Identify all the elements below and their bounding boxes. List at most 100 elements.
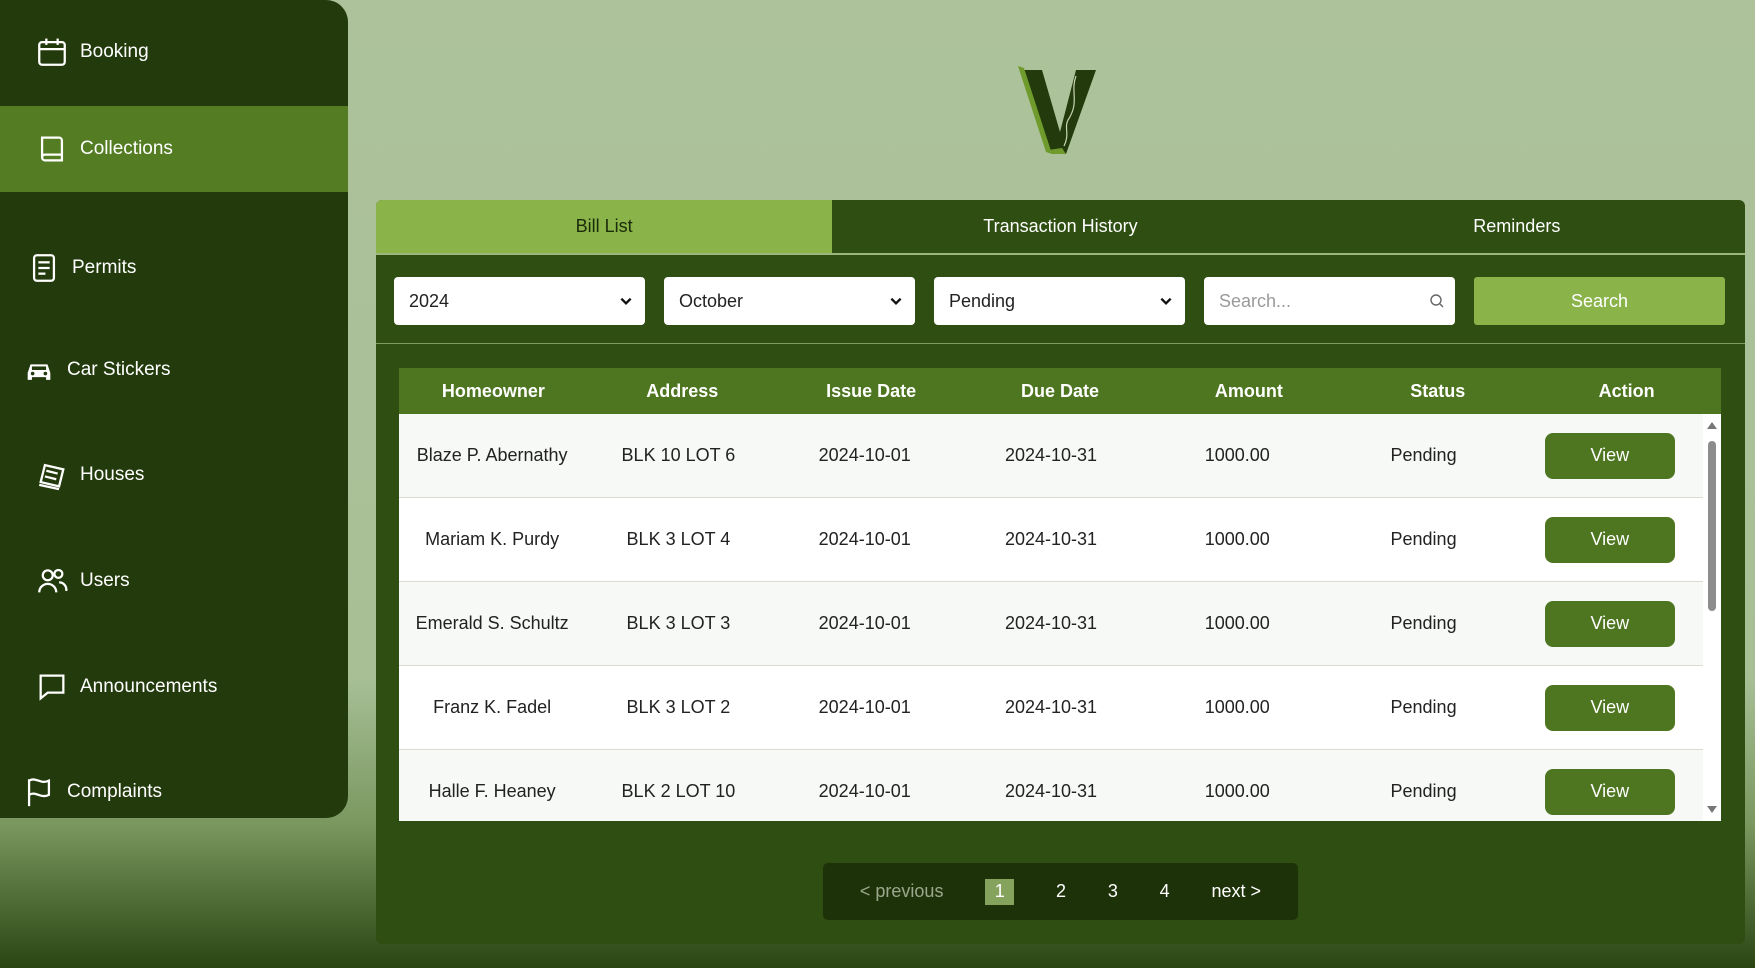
page-link-3[interactable]: 3 <box>1108 881 1118 902</box>
sidebar-item-label: Collections <box>80 138 173 159</box>
collections-panel: Bill List Transaction History Reminders … <box>376 200 1745 944</box>
cell-status: Pending <box>1390 529 1457 549</box>
chevron-down-icon <box>620 297 632 305</box>
calendar-icon <box>34 34 70 70</box>
sidebar-item-car-stickers[interactable]: Car Stickers <box>0 330 348 410</box>
document-icon <box>26 250 62 286</box>
tab-reminders[interactable]: Reminders <box>1289 200 1745 253</box>
header-issue-date: Issue Date <box>826 380 917 401</box>
cell-due-date: 2024-10-31 <box>1004 781 1098 801</box>
status-select[interactable]: Pending <box>934 277 1185 325</box>
cell-amount: 1000.00 <box>1204 781 1270 801</box>
previous-page-link[interactable]: < previous <box>860 881 944 902</box>
sidebar-item-announcements[interactable]: Announcements <box>0 647 348 727</box>
users-icon <box>34 563 70 599</box>
divider <box>376 343 1745 344</box>
view-button[interactable]: View <box>1544 684 1675 731</box>
sidebar-item-label: Announcements <box>80 676 218 697</box>
filter-bar: 2024 October Pending Search... Search <box>394 277 1727 325</box>
cell-status: Pending <box>1390 613 1457 633</box>
header-due-date: Due Date <box>1020 380 1100 401</box>
table-row: Franz K. Fadel BLK 3 LOT 2 2024-10-01 20… <box>399 666 1703 750</box>
sidebar-item-label: Users <box>80 570 130 591</box>
table-row: Halle F. Heaney BLK 2 LOT 10 2024-10-01 … <box>399 750 1703 821</box>
search-button[interactable]: Search <box>1474 277 1725 325</box>
sidebar-item-label: Complaints <box>67 781 163 802</box>
page-link-4[interactable]: 4 <box>1160 881 1170 902</box>
cell-status: Pending <box>1390 697 1457 717</box>
table-row: Emerald S. Schultz BLK 3 LOT 3 2024-10-0… <box>399 582 1703 666</box>
cell-issue-date: 2024-10-01 <box>818 781 911 801</box>
header-amount: Amount <box>1214 380 1283 401</box>
cell-due-date: 2024-10-31 <box>1004 613 1098 633</box>
cell-due-date: 2024-10-31 <box>1004 697 1098 717</box>
view-button[interactable]: View <box>1544 516 1675 563</box>
header-address: Address <box>646 380 719 401</box>
page-link-2[interactable]: 2 <box>1056 881 1066 902</box>
cell-due-date: 2024-10-31 <box>1004 529 1098 549</box>
cell-address: BLK 3 LOT 3 <box>626 613 731 633</box>
cell-homeowner: Mariam K. Purdy <box>425 529 560 549</box>
table-scrollbar[interactable] <box>1703 414 1721 821</box>
chevron-down-icon <box>1160 297 1172 305</box>
cell-due-date: 2024-10-31 <box>1004 445 1098 465</box>
table-body: Blaze P. Abernathy BLK 10 LOT 6 2024-10-… <box>399 414 1721 821</box>
search-icon <box>1430 294 1444 308</box>
sidebar-item-complaints[interactable]: Complaints <box>0 752 348 818</box>
cell-address: BLK 3 LOT 4 <box>626 529 731 549</box>
header-status: Status <box>1410 380 1466 401</box>
month-select-value: October <box>679 290 744 311</box>
view-button[interactable]: View <box>1544 768 1675 815</box>
scroll-thumb[interactable] <box>1708 441 1716 611</box>
tab-bill-list[interactable]: Bill List <box>376 200 833 253</box>
next-page-link[interactable]: next > <box>1211 881 1261 902</box>
cell-address: BLK 10 LOT 6 <box>621 445 736 465</box>
scroll-down-arrow-icon[interactable] <box>1707 806 1717 813</box>
sidebar-item-houses[interactable]: Houses <box>0 435 348 515</box>
search-input[interactable]: Search... <box>1204 277 1455 325</box>
sidebar-item-label: Car Stickers <box>67 359 171 380</box>
flag-icon <box>21 774 57 810</box>
cell-issue-date: 2024-10-01 <box>818 445 911 465</box>
cell-homeowner: Blaze P. Abernathy <box>416 445 568 465</box>
chevron-down-icon <box>890 297 902 305</box>
cell-status: Pending <box>1390 445 1457 465</box>
cell-issue-date: 2024-10-01 <box>818 613 911 633</box>
sidebar: Booking Collections Permits Car Stickers <box>0 0 348 818</box>
sidebar-item-collections[interactable]: Collections <box>0 106 348 192</box>
year-select-value: 2024 <box>409 290 450 311</box>
view-button[interactable]: View <box>1544 432 1675 479</box>
header-homeowner: Homeowner <box>441 380 545 401</box>
cell-address: BLK 2 LOT 10 <box>621 781 736 801</box>
bill-table: Homeowner Address Issue Date Due Date Am… <box>399 368 1721 821</box>
view-button[interactable]: View <box>1544 600 1675 647</box>
header-action: Action <box>1598 380 1655 401</box>
cell-address: BLK 3 LOT 2 <box>626 697 731 717</box>
sidebar-item-permits[interactable]: Permits <box>0 228 348 308</box>
table-header: Homeowner Address Issue Date Due Date Am… <box>399 368 1721 414</box>
sidebar-item-users[interactable]: Users <box>0 541 348 621</box>
tab-bar: Bill List Transaction History Reminders <box>376 200 1745 255</box>
tab-transaction-history[interactable]: Transaction History <box>832 200 1288 253</box>
cell-homeowner: Emerald S. Schultz <box>415 613 569 633</box>
cell-issue-date: 2024-10-01 <box>818 697 911 717</box>
table-row: Mariam K. Purdy BLK 3 LOT 4 2024-10-01 2… <box>399 498 1703 582</box>
sidebar-item-label: Booking <box>80 41 149 62</box>
cell-issue-date: 2024-10-01 <box>818 529 911 549</box>
sidebar-item-booking[interactable]: Booking <box>0 16 348 88</box>
cell-amount: 1000.00 <box>1204 529 1270 549</box>
cell-homeowner: Franz K. Fadel <box>433 697 552 717</box>
month-select[interactable]: October <box>664 277 915 325</box>
page-link-1[interactable]: 1 <box>985 878 1015 905</box>
car-icon <box>21 352 57 388</box>
cell-status: Pending <box>1390 781 1457 801</box>
sidebar-item-label: Permits <box>72 257 137 278</box>
status-select-value: Pending <box>949 290 1016 311</box>
houses-icon <box>34 457 70 493</box>
scroll-up-arrow-icon[interactable] <box>1707 422 1717 429</box>
cell-amount: 1000.00 <box>1204 445 1270 465</box>
search-placeholder: Search... <box>1219 290 1292 311</box>
chat-icon <box>34 669 70 705</box>
table-row: Blaze P. Abernathy BLK 10 LOT 6 2024-10-… <box>399 414 1703 498</box>
year-select[interactable]: 2024 <box>394 277 645 325</box>
